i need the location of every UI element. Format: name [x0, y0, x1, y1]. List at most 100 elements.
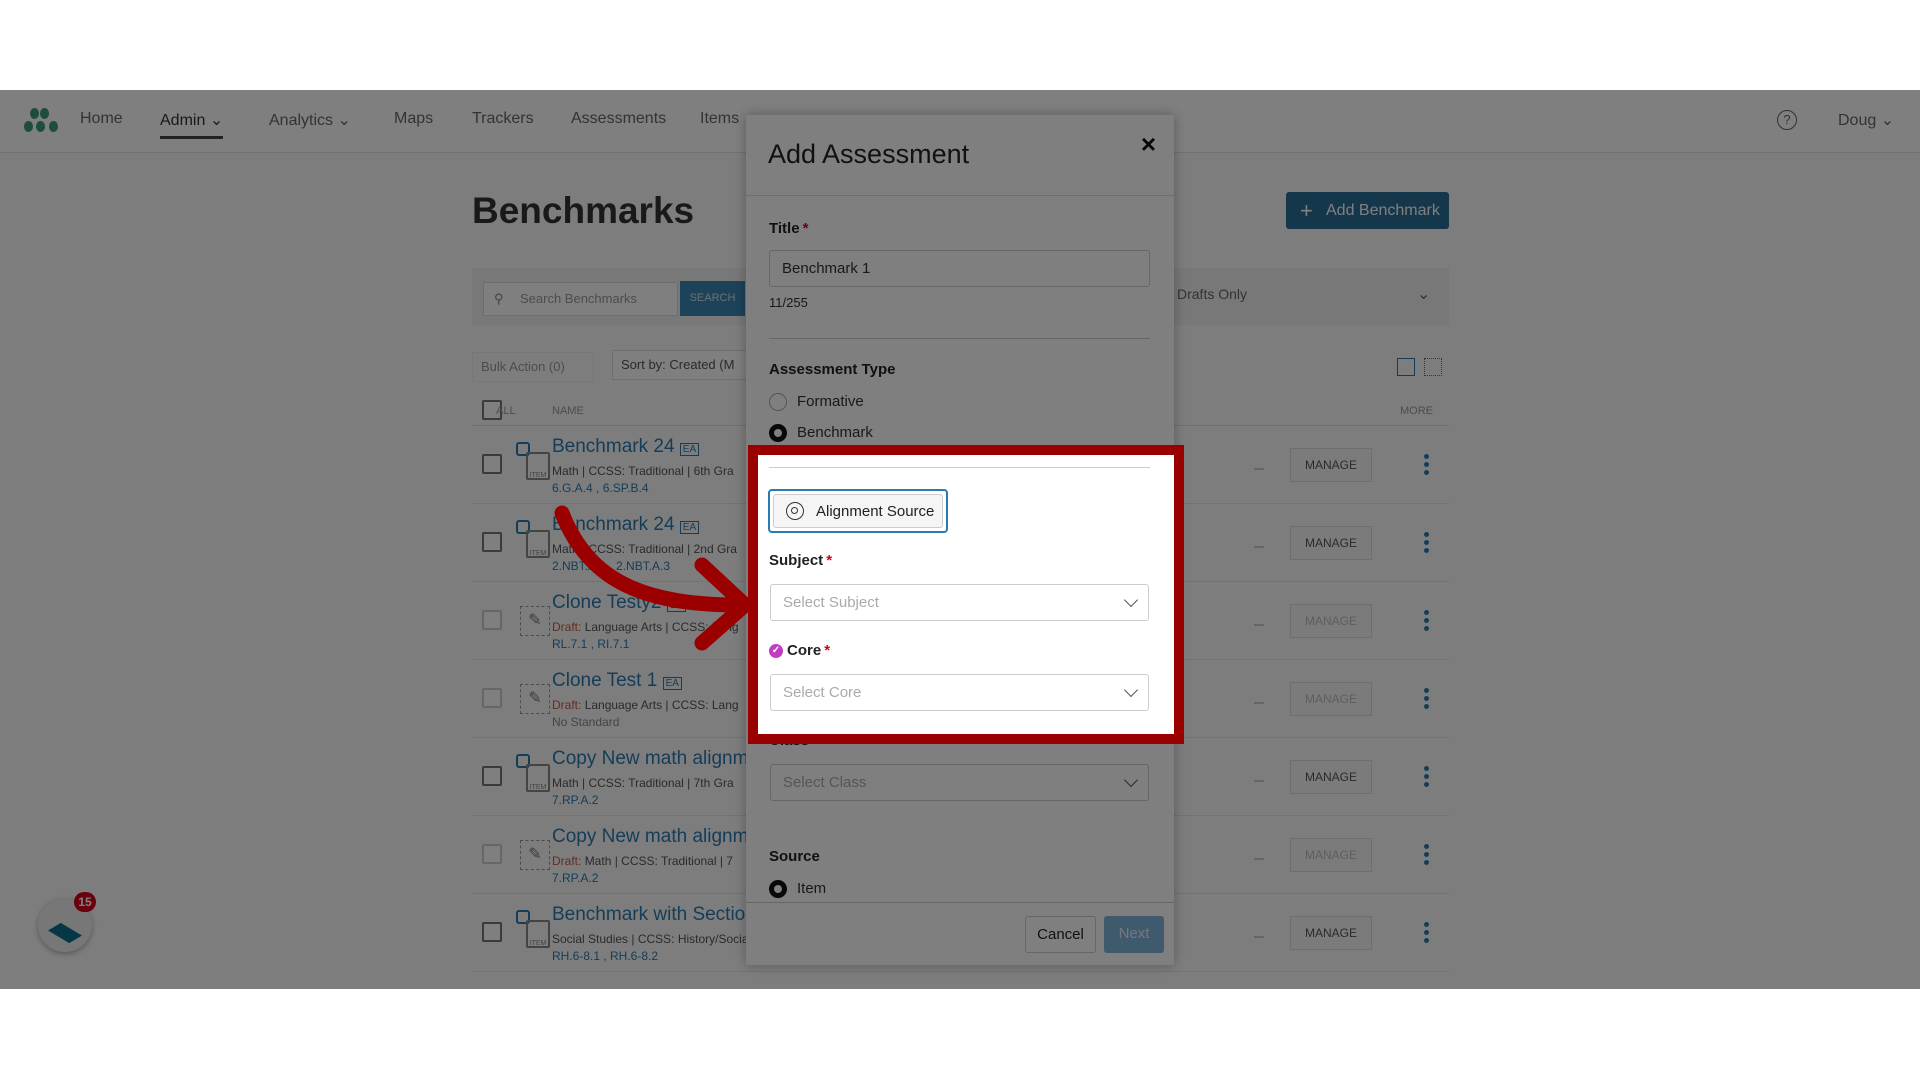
report-icon[interactable] [1254, 614, 1264, 626]
class-label: Class * [769, 732, 818, 749]
nav-assessments[interactable]: Assessments [571, 110, 666, 128]
more-options-icon[interactable] [1424, 454, 1429, 478]
row-checkbox[interactable] [482, 844, 502, 864]
locked-item-icon: ITEM [516, 906, 552, 950]
search-input[interactable]: ⚲ Search Benchmarks [483, 282, 678, 316]
required-mark: * [802, 220, 809, 237]
chevron-down-icon: ⌄ [209, 112, 224, 129]
notification-badge: 15 [74, 892, 96, 912]
source-label: Source [769, 848, 820, 865]
manage-button[interactable]: MANAGE [1290, 682, 1372, 716]
more-options-icon[interactable] [1424, 610, 1429, 634]
report-icon[interactable] [1254, 770, 1264, 782]
user-menu[interactable]: Doug ⌄ [1838, 110, 1894, 130]
nav-maps[interactable]: Maps [394, 110, 433, 128]
nav-items[interactable]: Items [700, 110, 739, 128]
widget-logo-icon [48, 922, 82, 944]
more-options-icon[interactable] [1424, 844, 1429, 868]
row-checkbox[interactable] [482, 454, 502, 474]
core-placeholder: Select Core [783, 684, 862, 701]
next-button[interactable]: Next [1104, 916, 1164, 953]
title-input[interactable]: Benchmark 1 [769, 250, 1150, 287]
nav-home[interactable]: Home [80, 110, 123, 128]
benchmark-standards: RH.6-8.1 , RH.6-8.2 [552, 949, 659, 963]
row-checkbox[interactable] [482, 532, 502, 552]
app: Home Admin ⌄ Analytics ⌄ Maps Trackers A… [0, 90, 1920, 989]
more-options-icon[interactable] [1424, 688, 1429, 712]
manage-button[interactable]: MANAGE [1290, 760, 1372, 794]
nav-analytics[interactable]: Analytics ⌄ [269, 110, 351, 130]
benchmark-meta: Math | CCSS: Traditional | 7th Gra [552, 776, 734, 790]
radio-formative[interactable]: Formative [769, 393, 864, 411]
core-select[interactable]: Select Core [770, 674, 1149, 711]
radio-benchmark[interactable]: Benchmark [769, 424, 873, 442]
report-icon[interactable] [1254, 692, 1264, 704]
locked-item-icon: ITEM [516, 438, 552, 482]
manage-button[interactable]: MANAGE [1290, 604, 1372, 638]
close-icon[interactable]: × [1141, 129, 1156, 160]
report-icon[interactable] [1254, 848, 1264, 860]
benchmark-name[interactable]: Benchmark with Section [552, 904, 756, 926]
core-label: ✓ Core * [769, 642, 830, 659]
more-options-icon[interactable] [1424, 532, 1429, 556]
more-options-icon[interactable] [1424, 922, 1429, 946]
manage-button[interactable]: MANAGE [1290, 448, 1372, 482]
manage-button[interactable]: MANAGE [1290, 916, 1372, 950]
manage-button[interactable]: MANAGE [1290, 526, 1372, 560]
cancel-button[interactable]: Cancel [1025, 916, 1096, 953]
benchmark-standards: No Standard [552, 715, 620, 729]
chevron-down-icon: ⌄ [337, 112, 351, 129]
row-checkbox[interactable] [482, 922, 502, 942]
chevron-down-icon[interactable]: ⌄ [1417, 284, 1430, 304]
nav-admin[interactable]: Admin ⌄ [160, 110, 224, 139]
radio-selected-icon [769, 424, 787, 442]
helper-widget-button[interactable]: 15 [38, 892, 96, 952]
alignment-source-button[interactable]: Alignment Source [768, 489, 948, 533]
benchmark-meta: Draft: Math | CCSS: Traditional | 7 [552, 854, 733, 868]
nav-trackers[interactable]: Trackers [472, 110, 534, 128]
row-checkbox[interactable] [482, 688, 502, 708]
benchmark-standards: 6.G.A.4 , 6.SP.B.4 [552, 481, 649, 495]
col-name: NAME [552, 405, 584, 417]
report-icon[interactable] [1254, 458, 1264, 470]
radio-benchmark-label: Benchmark [797, 424, 873, 441]
benchmark-standards: 7.RP.A.2 [552, 793, 599, 807]
sort-select[interactable]: Sort by: Created (M [612, 350, 752, 380]
modal-footer: Cancel Next [746, 902, 1174, 965]
draft-filter-select[interactable]: Drafts Only [1177, 286, 1247, 302]
report-icon[interactable] [1254, 536, 1264, 548]
add-benchmark-label: Add Benchmark [1326, 202, 1440, 219]
more-options-icon[interactable] [1424, 766, 1429, 790]
report-icon[interactable] [1254, 926, 1264, 938]
benchmark-name[interactable]: Clone Test 1 EA [552, 670, 682, 692]
annotation-arrow [554, 505, 753, 651]
bulk-action-select[interactable]: Bulk Action (0) [472, 352, 594, 382]
benchmark-name[interactable]: Copy New math alignme [552, 748, 759, 770]
draft-label: Draft: [552, 854, 582, 868]
locked-item-icon: ITEM [516, 750, 552, 794]
row-checkbox[interactable] [482, 610, 502, 630]
plus-icon: + [1300, 198, 1313, 223]
grid-view-icon[interactable] [1424, 358, 1442, 376]
modal-header: Add Assessment × [746, 115, 1174, 196]
benchmark-name[interactable]: Copy New math alignme [552, 826, 759, 848]
add-benchmark-button[interactable]: + Add Benchmark [1286, 192, 1449, 229]
subject-select[interactable]: Select Subject [770, 584, 1149, 621]
help-icon[interactable]: ? [1777, 110, 1797, 130]
benchmark-name-text: Benchmark with Section [552, 904, 756, 925]
benchmark-name-text: Clone Test 1 [552, 670, 658, 691]
benchmark-name[interactable]: Benchmark 24 EA [552, 436, 700, 458]
manage-button[interactable]: MANAGE [1290, 838, 1372, 872]
nav-admin-label: Admin [160, 112, 206, 129]
radio-item-label: Item [797, 880, 827, 897]
list-view-icon[interactable] [1397, 358, 1415, 376]
alignment-source-inner: Alignment Source [773, 494, 943, 528]
radio-item[interactable]: Item [769, 880, 826, 898]
char-counter: 11/255 [769, 295, 808, 310]
search-button[interactable]: SEARCH [680, 281, 745, 316]
logo-icon[interactable] [24, 108, 60, 136]
class-select[interactable]: Select Class [770, 764, 1149, 801]
row-checkbox[interactable] [482, 766, 502, 786]
alignment-source-label: Alignment Source [816, 503, 935, 520]
add-assessment-modal: Add Assessment × Title * Benchmark 1 11/2… [746, 115, 1174, 965]
